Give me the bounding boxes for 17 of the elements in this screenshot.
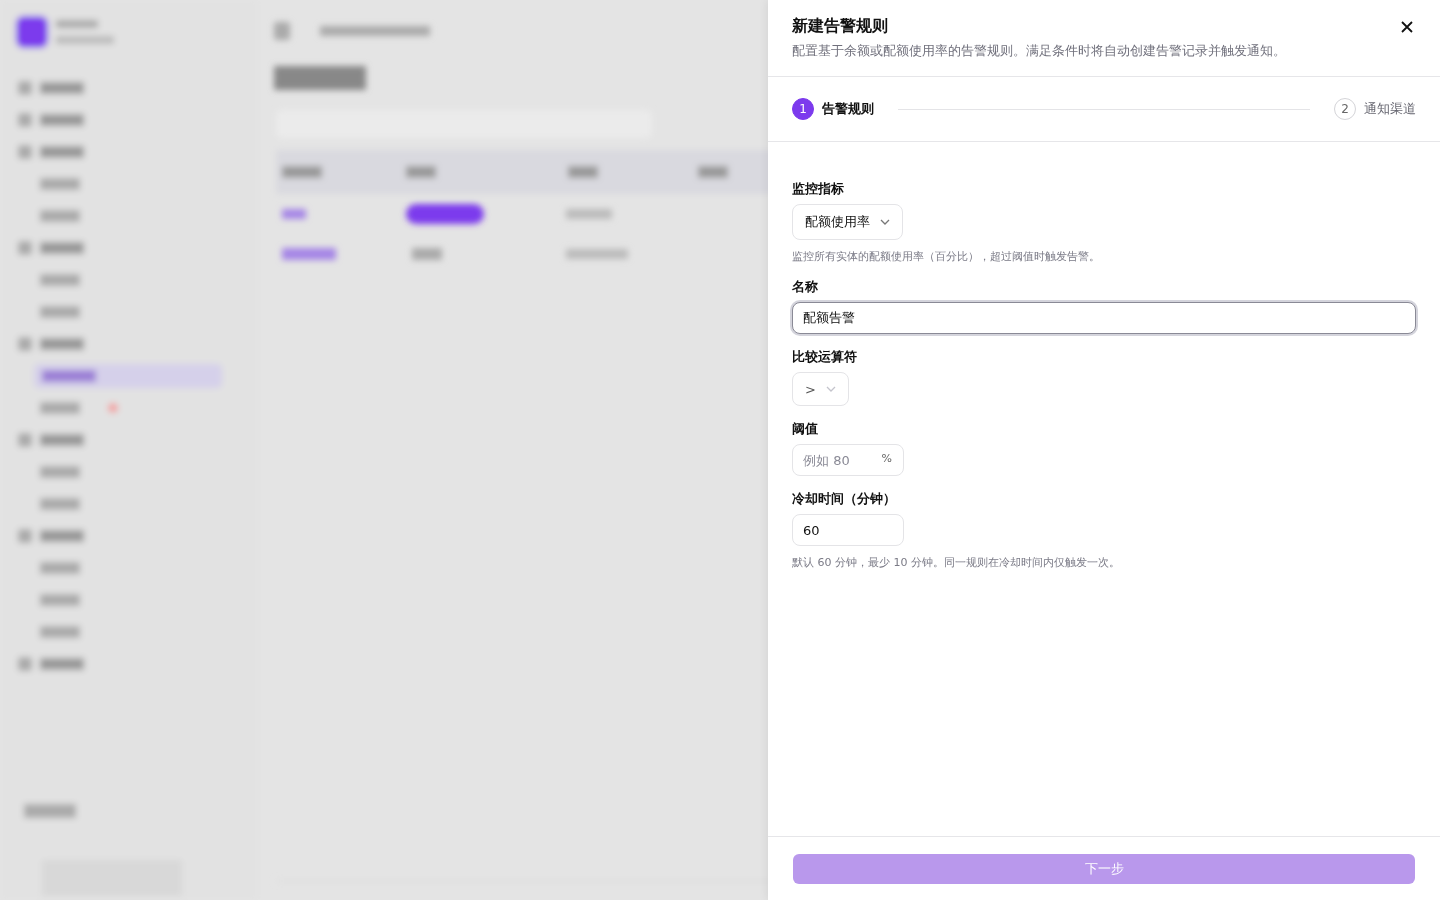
field-label: 名称 xyxy=(792,278,819,296)
chevron-down-icon xyxy=(880,219,890,225)
field-label: 比较运算符 xyxy=(792,348,858,366)
input-field[interactable]: 配额告警 xyxy=(792,302,1416,334)
unit-label: % xyxy=(881,452,892,465)
drawer-description: 配置基于余额或配额使用率的告警规则。满足条件时将自动创建告警记录并触发通知。 xyxy=(792,42,1287,60)
step-tab[interactable]: 1 告警规则 xyxy=(792,98,874,120)
field-label: 阈值 xyxy=(792,420,819,438)
field-label: 冷却时间（分钟） xyxy=(792,490,897,508)
drawer-title: 新建告警规则 xyxy=(792,16,889,37)
field-label: 监控指标 xyxy=(792,180,845,198)
select-field[interactable]: 配额使用率 xyxy=(792,204,903,240)
hint-text: 监控所有实体的配额使用率（百分比），超过阈值时触发告警。 xyxy=(792,249,1101,264)
hint-text: 默认 60 分钟，最少 10 分钟。同一规则在冷却时间内仅触发一次。 xyxy=(792,555,1121,570)
chevron-down-icon xyxy=(825,386,836,392)
input-field[interactable]: 60 xyxy=(792,514,904,546)
step-tab[interactable]: 2 通知渠道 xyxy=(1334,98,1416,120)
